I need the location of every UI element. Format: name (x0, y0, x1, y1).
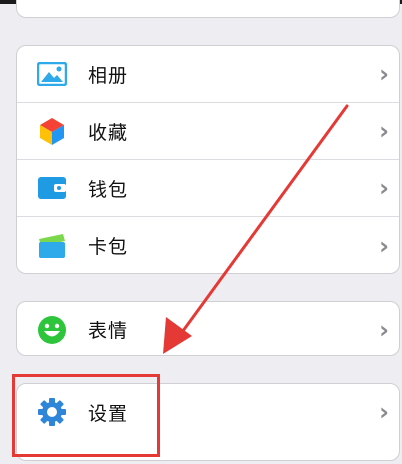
menu-item-emoji[interactable]: 表情 › (17, 302, 399, 355)
menu-item-wallet[interactable]: 钱包 › (17, 160, 399, 217)
menu-item-settings[interactable]: 设置 › (17, 384, 399, 440)
chevron-right-icon: › (379, 174, 389, 202)
chevron-right-icon: › (379, 231, 389, 260)
chevron-right-icon: › (379, 60, 389, 88)
menu-item-label: 相册 (88, 64, 129, 87)
gear-icon (37, 397, 67, 427)
chevron-right-icon: › (379, 398, 389, 426)
emoji-smile-icon (37, 315, 67, 345)
menu-item-album[interactable]: 相册 › (17, 46, 399, 103)
menu-item-label: 收藏 (88, 121, 129, 144)
menu-item-card-pack[interactable]: 卡包 › (17, 217, 399, 273)
menu-item-label: 钱包 (88, 178, 129, 201)
chevron-right-icon: › (379, 315, 389, 344)
favorites-cube-icon (37, 116, 67, 146)
settings-group: 设置 › (16, 383, 400, 461)
menu-item-favorites[interactable]: 收藏 › (17, 103, 399, 160)
photo-album-icon (37, 59, 67, 89)
card-pack-icon (37, 231, 67, 261)
main-menu-group: 相册 › 收藏 › 钱包 › 卡包 › (16, 45, 400, 274)
menu-item-label: 卡包 (88, 236, 129, 258)
wallet-icon (37, 173, 67, 203)
top-card-fragment (16, 0, 400, 18)
menu-item-label: 设置 (88, 402, 129, 425)
chevron-right-icon: › (379, 117, 389, 145)
emoji-group: 表情 › (16, 301, 400, 356)
menu-item-label: 表情 (88, 320, 129, 342)
